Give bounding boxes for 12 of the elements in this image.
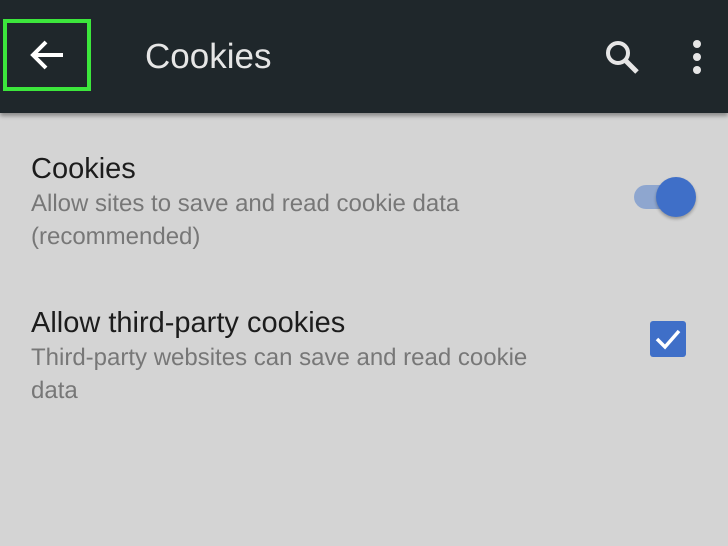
back-arrow-icon bbox=[29, 38, 65, 70]
setting-title: Cookies bbox=[31, 152, 137, 187]
search-icon bbox=[604, 38, 640, 74]
checkbox[interactable] bbox=[650, 321, 686, 357]
back-button[interactable] bbox=[3, 18, 91, 90]
screen-title: Cookies bbox=[145, 36, 272, 76]
more-icon bbox=[692, 40, 702, 74]
check-icon bbox=[655, 328, 681, 350]
setting-title: Allow third-party cookies bbox=[31, 306, 346, 341]
switch-thumb[interactable] bbox=[656, 177, 696, 217]
setting-description: Third-party websites can save and read cookie data bbox=[31, 343, 528, 406]
setting-description: Allow sites to save and read cookie data (recommended) bbox=[31, 189, 460, 252]
